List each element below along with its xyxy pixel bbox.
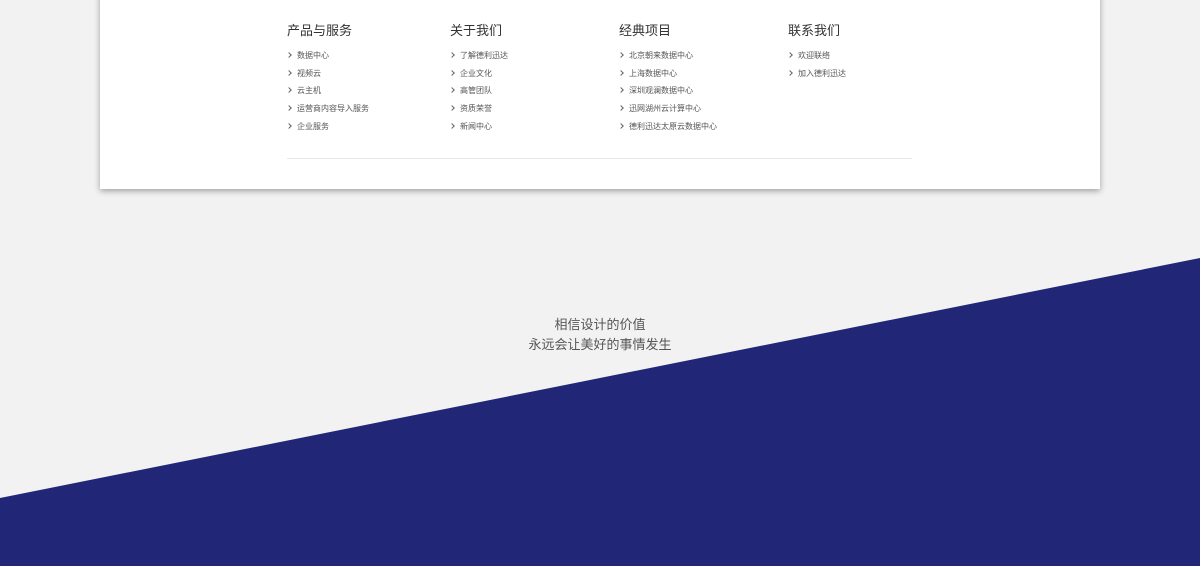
- nav-link[interactable]: 了解德利迅达: [449, 47, 610, 65]
- nav-link-label: 迅网湖州云计算中心: [629, 104, 701, 114]
- nav-link-label: 运营商内容导入服务: [297, 104, 369, 114]
- nav-link[interactable]: 迅网湖州云计算中心: [618, 100, 779, 118]
- chevron-right-icon: [449, 87, 455, 94]
- nav-link[interactable]: 高管团队: [449, 82, 610, 100]
- nav-column-about: 关于我们 了解德利迅达 企业文化 高管团队 资质荣誉 新闻中心: [449, 23, 610, 136]
- chevron-right-icon: [618, 105, 624, 111]
- chevron-right-icon: [286, 52, 292, 58]
- nav-list: 北京朝来数据中心 上海数据中心 深圳观澜数据中心 迅网湖州云计算中心 德利迅达太…: [618, 47, 779, 136]
- nav-link-label: 欢迎联络: [798, 51, 830, 60]
- footer-nav-card: 产品与服务 数据中心 视频云 云主机 运营商内容导入服务 企业服务 关于我们 了…: [100, 0, 1100, 189]
- nav-link-label: 新闻中心: [460, 121, 492, 131]
- nav-column-title: 关于我们: [450, 24, 503, 39]
- nav-link-label: 加入德利迅达: [798, 68, 846, 78]
- chevron-right-icon: [787, 69, 793, 76]
- nav-column-title: 经典项目: [619, 24, 672, 39]
- nav-link[interactable]: 企业服务: [286, 118, 447, 136]
- nav-link-label: 深圳观澜数据中心: [629, 86, 693, 96]
- nav-link[interactable]: 欢迎联络: [787, 47, 948, 65]
- nav-link-label: 资质荣誉: [460, 104, 492, 114]
- nav-link-label: 视频云: [297, 68, 321, 78]
- nav-link[interactable]: 资质荣誉: [449, 100, 610, 118]
- nav-link-label: 上海数据中心: [629, 68, 677, 78]
- nav-link-label: 企业服务: [297, 121, 329, 131]
- chevron-right-icon: [618, 87, 624, 94]
- nav-link[interactable]: 新闻中心: [449, 118, 610, 136]
- nav-link-label: 云主机: [297, 86, 321, 96]
- nav-link-label: 德利迅达太原云数据中心: [629, 121, 717, 131]
- nav-link[interactable]: 深圳观澜数据中心: [618, 82, 779, 100]
- nav-link[interactable]: 视频云: [286, 65, 447, 83]
- nav-link-label: 数据中心: [297, 51, 329, 60]
- diagonal-band-shape: [0, 258, 1200, 566]
- nav-link[interactable]: 数据中心: [286, 47, 447, 65]
- nav-link[interactable]: 德利迅达太原云数据中心: [618, 118, 779, 136]
- chevron-right-icon: [787, 52, 793, 58]
- nav-link[interactable]: 企业文化: [449, 65, 610, 83]
- nav-link-label: 北京朝来数据中心: [629, 51, 693, 60]
- chevron-right-icon: [286, 122, 292, 129]
- chevron-right-icon: [286, 69, 292, 76]
- nav-link[interactable]: 北京朝来数据中心: [618, 47, 779, 65]
- chevron-right-icon: [449, 69, 455, 76]
- chevron-right-icon: [286, 87, 292, 94]
- chevron-right-icon: [449, 52, 455, 58]
- nav-column-title: 联系我们: [788, 24, 841, 39]
- nav-link-label: 企业文化: [460, 68, 492, 78]
- nav-link[interactable]: 云主机: [286, 82, 447, 100]
- nav-column-title: 产品与服务: [287, 24, 353, 39]
- nav-list: 了解德利迅达 企业文化 高管团队 资质荣誉 新闻中心: [449, 47, 610, 136]
- nav-link-label: 了解德利迅达: [460, 51, 508, 60]
- chevron-right-icon: [618, 69, 624, 76]
- nav-list: 数据中心 视频云 云主机 运营商内容导入服务 企业服务: [286, 47, 447, 136]
- nav-list: 欢迎联络 加入德利迅达: [787, 47, 948, 83]
- chevron-right-icon: [449, 105, 455, 111]
- footer-divider: [287, 158, 912, 159]
- nav-link[interactable]: 运营商内容导入服务: [286, 100, 447, 118]
- chevron-right-icon: [618, 52, 624, 58]
- chevron-right-icon: [618, 122, 624, 129]
- nav-column-projects: 经典项目 北京朝来数据中心 上海数据中心 深圳观澜数据中心 迅网湖州云计算中心 …: [618, 23, 779, 136]
- nav-link-label: 高管团队: [460, 86, 492, 96]
- nav-column-products: 产品与服务 数据中心 视频云 云主机 运营商内容导入服务 企业服务: [286, 23, 447, 136]
- chevron-right-icon: [449, 122, 455, 129]
- nav-link[interactable]: 加入德利迅达: [787, 65, 948, 83]
- nav-column-contact: 联系我们 欢迎联络 加入德利迅达: [787, 23, 948, 83]
- nav-link[interactable]: 上海数据中心: [618, 65, 779, 83]
- chevron-right-icon: [286, 105, 292, 111]
